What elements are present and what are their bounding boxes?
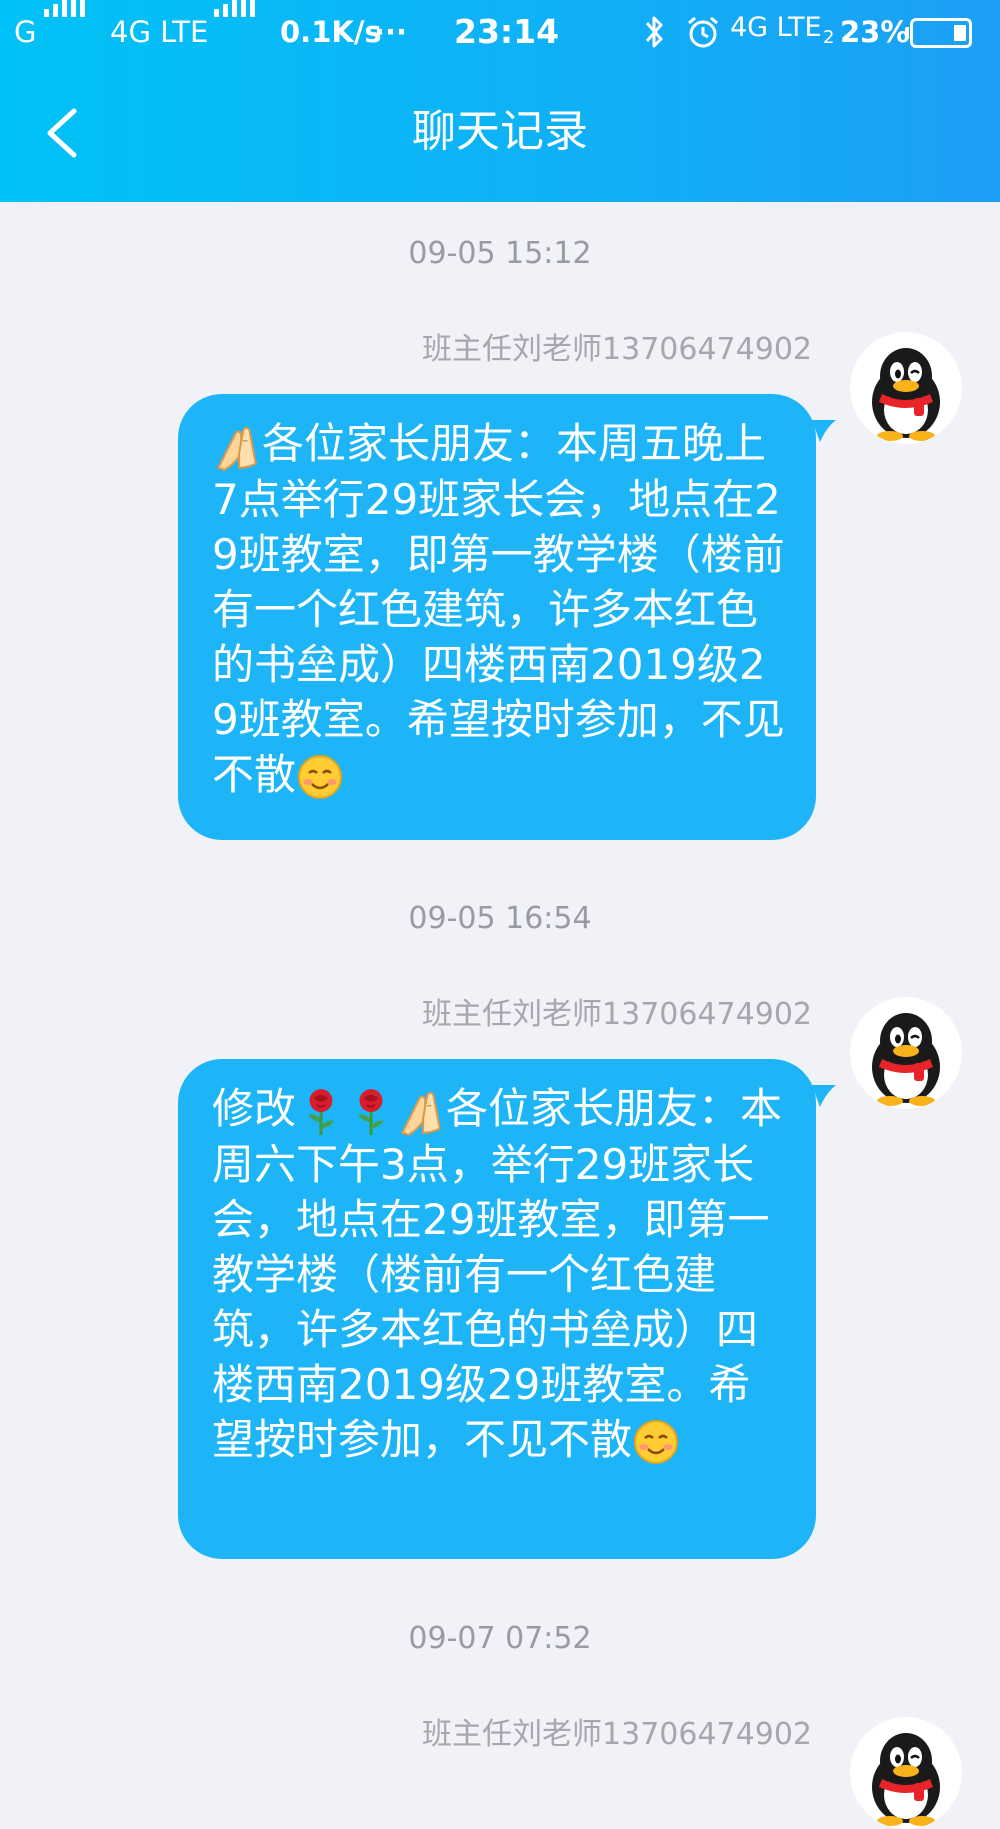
avatar[interactable] — [850, 1717, 962, 1829]
smiling-face-icon — [296, 753, 344, 801]
smiling-face-icon — [632, 1418, 680, 1466]
folded-hands-icon — [396, 1087, 446, 1137]
avatar[interactable] — [850, 997, 962, 1109]
qq-penguin-icon — [850, 997, 962, 1109]
more-notifications-icon: ··· — [374, 15, 408, 49]
status-bar: G 4G LTE 0.1K/s ··· 23:14 4G LTE 2 23% — [0, 0, 1000, 64]
bluetooth-icon — [645, 16, 663, 48]
bubble-tail — [812, 420, 836, 442]
message-timestamp: 09-05 15:12 — [408, 236, 592, 271]
battery-icon — [910, 18, 972, 48]
carrier-1-label: G — [14, 15, 37, 49]
carrier-2-label: 4G LTE — [110, 15, 209, 49]
sender-name: 班主任刘老师13706474902 — [422, 997, 812, 1032]
message-prefix: 修改 — [212, 1084, 297, 1133]
message-text: 各位家长朋友：本周六下午3点，举行29班家长会，地点在29班教室，即第一教学楼（… — [212, 1084, 783, 1464]
sender-name: 班主任刘老师13706474902 — [422, 1717, 812, 1752]
message-timestamp: 09-07 07:52 — [408, 1621, 592, 1656]
bubble-tail — [812, 1085, 836, 1107]
avatar[interactable] — [850, 332, 962, 444]
rose-icon — [346, 1087, 396, 1137]
rose-icon — [296, 1087, 346, 1137]
battery-tip — [905, 27, 909, 39]
page-title: 聊天记录 — [412, 106, 588, 157]
message-timestamp: 09-05 16:54 — [408, 901, 592, 936]
qq-penguin-icon — [850, 1717, 962, 1829]
battery-percent: 23% — [840, 15, 910, 49]
app-header: G 4G LTE 0.1K/s ··· 23:14 4G LTE 2 23% 聊… — [0, 0, 1000, 202]
alarm-icon — [688, 16, 718, 48]
message-bubble[interactable]: 各位家长朋友：本周五晚上7点举行29班家长会，地点在29班教室，即第一教学楼（楼… — [178, 394, 816, 840]
clock-time: 23:14 — [454, 12, 560, 51]
folded-hands-icon — [212, 422, 262, 472]
message-bubble[interactable]: 修改 各位家长朋友：本周六下午3点，举行29班家长会，地点在29班教室，即第一教学… — [178, 1059, 816, 1559]
network-right-sub-label: 2 — [823, 27, 835, 48]
network-right-label: 4G LTE — [730, 12, 822, 43]
qq-penguin-icon — [850, 332, 962, 444]
sender-name: 班主任刘老师13706474902 — [422, 332, 812, 367]
net-speed-label: 0.1K/s — [280, 15, 382, 49]
message-text: 各位家长朋友：本周五晚上7点举行29班家长会，地点在29班教室，即第一教学楼（楼… — [212, 419, 785, 799]
